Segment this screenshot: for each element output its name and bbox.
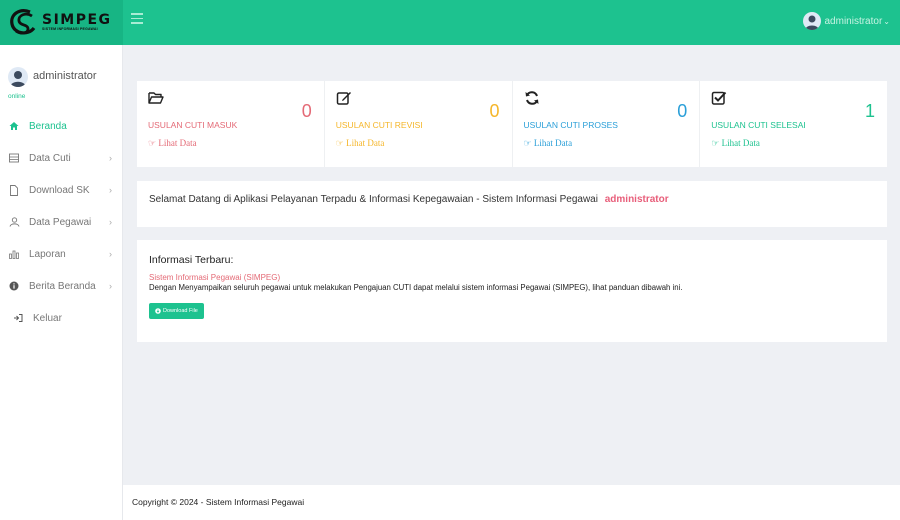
link-label: Lihat Data xyxy=(158,138,197,148)
lihat-data-link[interactable]: ☞ Lihat Data xyxy=(336,138,385,149)
sidebar-item-data-pegawai[interactable]: Data Pegawai › xyxy=(0,206,122,238)
sidebar-item-label: Download SK xyxy=(29,184,90,196)
stat-count: 0 xyxy=(301,101,312,121)
refresh-icon xyxy=(525,91,538,105)
info-description: Dengan Menyampaikan seluruh pegawai untu… xyxy=(149,283,683,292)
sidebar-item-label: Berita Beranda xyxy=(29,280,96,292)
stat-label: USULAN CUTI SELESAI xyxy=(711,120,806,130)
lihat-data-link[interactable]: ☞ Lihat Data xyxy=(524,138,573,149)
stat-card-cuti-revisi: 0 USULAN CUTI REVISI ☞ Lihat Data xyxy=(325,81,513,167)
sidebar-item-label: Data Pegawai xyxy=(29,216,92,228)
check-square-icon xyxy=(712,91,727,105)
link-label: Lihat Data xyxy=(346,138,385,148)
file-icon xyxy=(8,184,20,196)
home-icon xyxy=(8,121,20,131)
info-panel: Informasi Terbaru: Sistem Informasi Pega… xyxy=(137,240,887,342)
welcome-panel: Selamat Datang di Aplikasi Pelayanan Ter… xyxy=(137,181,887,227)
main-content: 0 USULAN CUTI MASUK ☞ Lihat Data 0 USULA… xyxy=(123,45,900,485)
sidebar-item-label: Data Cuti xyxy=(29,152,71,164)
chevron-right-icon: › xyxy=(109,153,112,163)
welcome-user: administrator xyxy=(604,194,669,205)
info-subtitle: Sistem Informasi Pegawai (SIMPEG) xyxy=(149,273,281,282)
sidebar-item-label: Beranda xyxy=(29,120,67,132)
sidebar-user-status: online xyxy=(8,93,26,100)
cloud-download-icon xyxy=(155,308,161,314)
chevron-right-icon: › xyxy=(109,281,112,291)
chevron-right-icon: › xyxy=(109,217,112,227)
stat-card-cuti-masuk: 0 USULAN CUTI MASUK ☞ Lihat Data xyxy=(137,81,325,167)
top-navbar: SIMPEG SISTEM INFORMASI PEGAWAI administ… xyxy=(0,0,900,45)
menu-toggle-icon[interactable] xyxy=(131,13,143,27)
link-label: Lihat Data xyxy=(721,138,760,148)
table-icon xyxy=(8,153,20,163)
users-icon xyxy=(8,217,20,227)
avatar xyxy=(803,12,822,30)
chart-icon xyxy=(8,249,20,259)
sidebar-user-panel: administrator online xyxy=(0,45,122,110)
sidebar-item-beranda[interactable]: Beranda xyxy=(0,110,122,142)
stat-count: 1 xyxy=(864,101,875,121)
user-dropdown[interactable]: administrator ⌄ xyxy=(803,12,890,30)
chevron-right-icon: › xyxy=(109,249,112,259)
folder-open-icon xyxy=(148,92,164,104)
brand-name: SIMPEG xyxy=(42,12,112,28)
sidebar-item-laporan[interactable]: Laporan › xyxy=(0,238,122,270)
avatar xyxy=(8,67,28,87)
brand-logo[interactable]: SIMPEG SISTEM INFORMASI PEGAWAI xyxy=(0,0,123,45)
stat-label: USULAN CUTI MASUK xyxy=(148,120,238,130)
user-name: administrator xyxy=(824,15,883,27)
info-title: Informasi Terbaru: xyxy=(149,254,234,266)
sidebar-item-download-sk[interactable]: Download SK › xyxy=(0,174,122,206)
sidebar-item-berita-beranda[interactable]: Berita Beranda › xyxy=(0,270,122,302)
download-file-label: Download File xyxy=(163,308,198,314)
sidebar-user-name: administrator xyxy=(33,70,97,82)
stat-count: 0 xyxy=(677,101,688,121)
link-label: Lihat Data xyxy=(533,138,573,148)
sidebar-item-label: Keluar xyxy=(33,312,62,324)
stat-card-cuti-proses: 0 USULAN CUTI PROSES ☞ Lihat Data xyxy=(513,81,701,167)
stat-card-cuti-selesai: 1 USULAN CUTI SELESAI ☞ Lihat Data xyxy=(700,81,887,167)
logout-icon xyxy=(12,313,24,323)
stat-count: 0 xyxy=(489,101,500,121)
stat-label: USULAN CUTI REVISI xyxy=(335,120,423,130)
stat-label: USULAN CUTI PROSES xyxy=(523,120,618,130)
footer: Copyright © 2024 - Sistem Informasi Pega… xyxy=(123,485,900,520)
sidebar: administrator online Beranda Data Cuti ›… xyxy=(0,45,123,520)
sidebar-item-data-cuti[interactable]: Data Cuti › xyxy=(0,142,122,174)
edit-icon xyxy=(336,92,351,105)
info-icon xyxy=(8,281,20,291)
download-file-button[interactable]: Download File xyxy=(149,303,204,319)
sidebar-item-label: Laporan xyxy=(29,248,66,260)
brand-subtitle: SISTEM INFORMASI PEGAWAI xyxy=(42,27,98,31)
lihat-data-link[interactable]: ☞ Lihat Data xyxy=(148,138,197,149)
stats-panel: 0 USULAN CUTI MASUK ☞ Lihat Data 0 USULA… xyxy=(137,81,887,167)
simpeg-logo-icon xyxy=(10,8,36,34)
welcome-text: Selamat Datang di Aplikasi Pelayanan Ter… xyxy=(149,194,598,205)
chevron-right-icon: › xyxy=(109,185,112,195)
lihat-data-link[interactable]: ☞ Lihat Data xyxy=(711,138,760,149)
footer-text: Copyright © 2024 - Sistem Informasi Pega… xyxy=(132,497,305,507)
chevron-down-icon: ⌄ xyxy=(883,16,890,26)
sidebar-item-keluar[interactable]: Keluar xyxy=(0,302,122,334)
